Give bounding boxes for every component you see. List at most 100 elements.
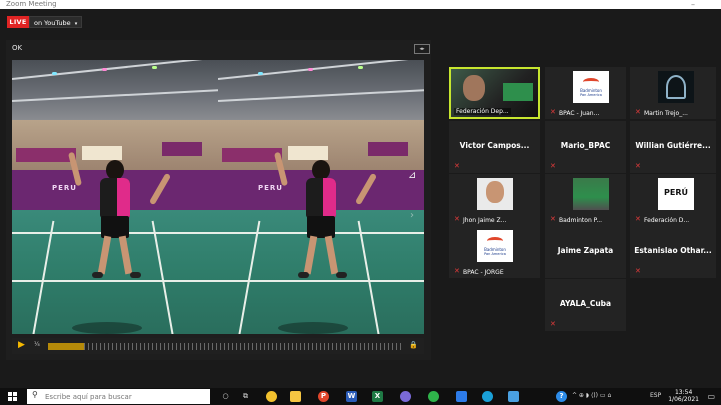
participant-tile[interactable]: Mario_BPAC ✕ [545,121,626,173]
participant-logo: Badminton Pan America [573,71,609,103]
participant-name: Victor Campos... [459,141,530,150]
participant-face [463,75,485,101]
draw-tool-icon[interactable]: ⊿ [408,170,416,181]
windows-start-icon[interactable] [8,392,17,401]
muted-microphone-icon: ✕ [635,108,641,116]
cortana-icon[interactable]: ○ [220,391,231,402]
participant-name: Estanislao Othar... [634,246,712,255]
system-tray-icons[interactable]: ^ ⊕ ◗ ⟨)) ▭ ⌂ [572,392,611,399]
participant-name: Jaime Zapata [557,246,614,255]
participant-tile[interactable]: PERÚ ✕ Federación D... [630,174,716,226]
participant-label: Federación Dep... [454,108,511,115]
participant-tile[interactable]: Federación Dep... [449,67,540,119]
banner-logo: PERU [258,184,283,192]
taskbar-clock[interactable]: 13:54 1/06/2021 [668,389,699,403]
excel-icon[interactable]: X [372,391,383,402]
edge-icon[interactable] [482,391,493,402]
background-screen [503,83,533,101]
timeline-scrubber[interactable] [48,343,404,350]
participant-tile[interactable]: Jaime Zapata [545,226,626,278]
live-badge: LIVE [7,16,29,28]
search-icon: ⚲ [32,390,38,399]
powerpoint-icon[interactable]: P [318,391,329,402]
muted-microphone-icon: ✕ [550,215,556,223]
participant-logo [658,71,694,103]
participant-tile[interactable]: ✕ Badminton P... [545,174,626,226]
participant-name: Mario_BPAC [560,141,611,150]
muted-microphone-icon: ✕ [550,108,556,116]
zoom-window: Zoom Meeting – LIVE on YouTube ▾ OK ◂▸ P… [0,0,721,405]
window-title: Zoom Meeting [6,0,57,8]
zoom-icon[interactable] [456,391,467,402]
windows-taskbar: ⚲ ○ ⧉ P W X ? ^ ⊕ ◗ ⟨)) ▭ ⌂ ESP 13:54 1/… [0,388,721,405]
muted-microphone-icon: ✕ [454,162,460,170]
video-frame-right: PERU ⊿ › [218,60,424,334]
participant-label: BPAC - Juan... [559,110,600,117]
file-explorer-icon[interactable] [290,391,301,402]
participant-label: Martin Trejo_... [644,110,688,117]
playback-speed[interactable]: ¼ [34,341,40,348]
participant-tile[interactable]: Badminton Pan America ✕ BPAC - JORGE [449,226,540,278]
live-stream-bar [0,9,721,35]
chrome-icon[interactable] [266,391,277,402]
muted-microphone-icon: ✕ [454,267,460,275]
video-frame-left: PERU [12,60,218,334]
store-icon[interactable] [508,391,519,402]
shared-video: PERU PERU ⊿ › [12,60,424,334]
participant-tile[interactable]: AYALA_Cuba ✕ [545,279,626,331]
participant-label: Badminton P... [559,217,603,224]
bpac-logo-swoosh [487,237,503,245]
play-icon[interactable]: ▶ [18,340,25,350]
notification-icon[interactable]: ▭ [707,392,715,401]
chevron-right-icon[interactable]: › [410,210,414,221]
participant-name: AYALA_Cuba [559,299,612,308]
taskbar-search[interactable]: ⚲ [27,389,210,404]
participant-label: BPAC - JORGE [463,269,504,276]
clock-date: 1/06/2021 [668,396,699,403]
youtube-stream-button[interactable]: on YouTube ▾ [29,16,83,28]
language-indicator[interactable]: ESP [650,392,661,399]
help-icon[interactable]: ? [556,391,567,402]
whatsapp-icon[interactable] [428,391,439,402]
timeline-progress [48,343,84,350]
app-icon[interactable] [400,391,411,402]
bpac-logo-swoosh [583,78,599,86]
lock-icon[interactable]: 🔒 [409,341,418,349]
video-playback-controls: ▶ ¼ 🔒 [12,338,424,354]
shuttlecock-icon [666,75,686,99]
chevron-down-icon: ▾ [74,21,78,27]
banner-logo: PERU [52,184,77,192]
muted-microphone-icon: ✕ [635,267,641,275]
participant-label: Federación D... [644,217,690,224]
arena-roof [12,60,218,120]
taskbar-search-input[interactable] [45,391,205,402]
participant-face [486,181,504,203]
participant-tile[interactable]: Victor Campos... ✕ [449,121,540,173]
participant-logo: Badminton Pan America [477,230,513,262]
word-icon[interactable]: W [346,391,357,402]
participant-tile[interactable]: Estanislao Othar... ✕ [630,226,716,278]
clock-time: 13:54 [674,389,693,396]
participant-tile[interactable]: ✕ Martin Trejo_... [630,67,716,119]
participant-name: Willian Gutiérre... [635,141,711,150]
muted-microphone-icon: ✕ [635,162,641,170]
muted-microphone-icon: ✕ [635,215,641,223]
bpac-logo-subtext: Pan America [580,93,602,97]
participant-tile[interactable]: ✕ Jhon Jaime Z... [449,174,540,226]
participant-photo [477,178,513,210]
muted-microphone-icon: ✕ [454,215,460,223]
view-options-button[interactable]: ◂▸ [414,44,430,54]
participant-photo [573,178,609,210]
muted-microphone-icon: ✕ [550,162,556,170]
shared-window-title: OK [12,44,23,52]
window-title-bar: Zoom Meeting – [0,0,721,9]
participant-tile[interactable]: Badminton Pan America ✕ BPAC - Juan... [545,67,626,119]
task-view-icon[interactable]: ⧉ [240,391,251,402]
peru-logo-text: PERÚ [664,188,688,197]
participant-tile[interactable]: Willian Gutiérre... ✕ [630,121,716,173]
participant-logo: PERÚ [658,178,694,210]
youtube-stream-label: on YouTube [34,19,71,27]
participant-label: Jhon Jaime Z... [463,217,507,224]
shared-screen-panel: OK ◂▸ PERU PERU ⊿ › ▶ ¼ 🔒 [6,40,431,360]
minimize-button[interactable]: – [691,0,695,9]
